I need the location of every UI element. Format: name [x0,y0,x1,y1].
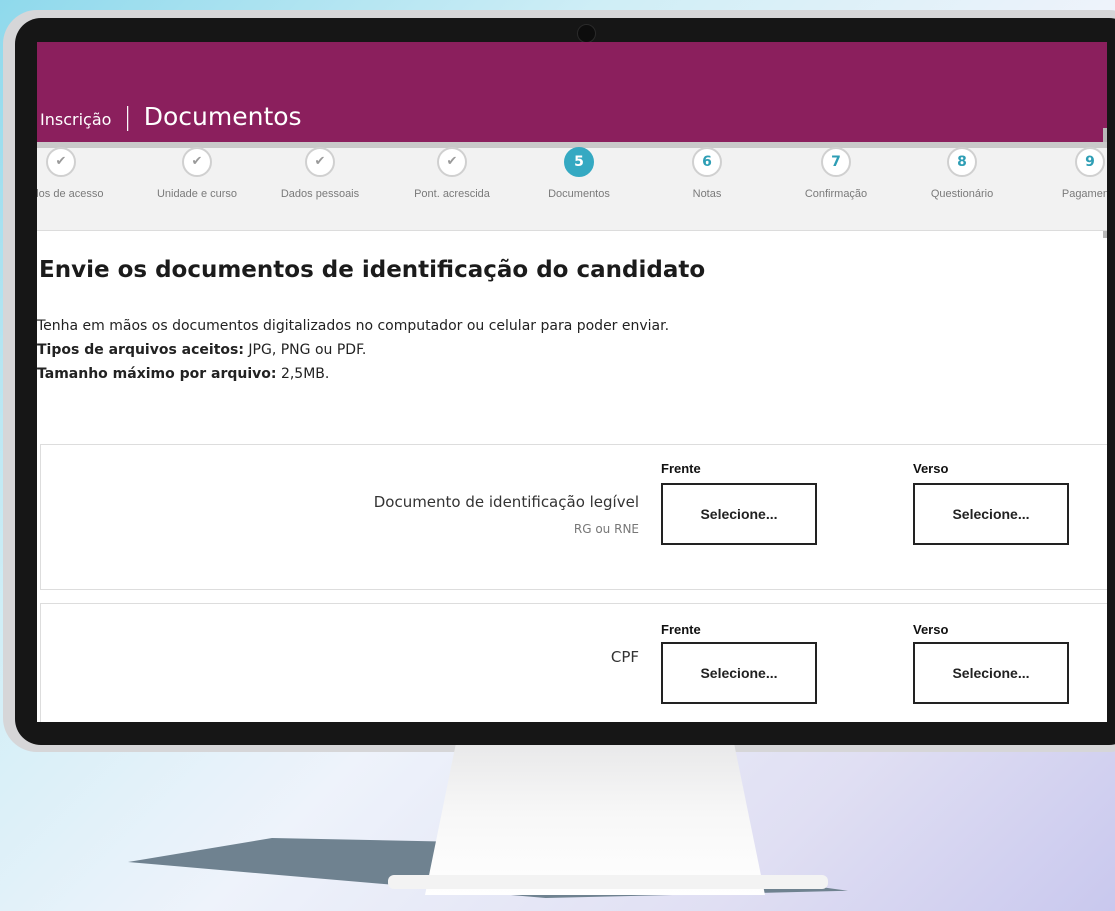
instructions: Tenha em mãos os documentos digitalizado… [37,314,669,386]
step-5[interactable]: 5 Documentos [524,147,634,200]
document-card-cpf: CPF Frente Verso Selecione... Selecione.… [40,603,1107,722]
step-label: Pagamento [1061,188,1107,200]
webcam-icon [577,24,596,43]
page-title-text: Documentos [143,102,302,131]
progress-stepper: ✔ Dados de acesso ✔ Unidade e curso ✔ Da… [37,142,1107,231]
step-number: 6 [692,147,722,177]
step-number: 9 [1075,147,1105,177]
select-back-button[interactable]: Selecione... [913,642,1069,704]
max-size-label: Tamanho máximo por arquivo: [37,366,277,382]
select-back-button[interactable]: Selecione... [913,483,1069,545]
step-number: 5 [564,147,594,177]
page-title: Inscrição | Documentos [40,102,302,131]
section-heading: Envie os documentos de identificação do … [39,257,706,283]
step-2[interactable]: ✔ Unidade e curso [142,147,252,200]
step-4[interactable]: ✔ Pont. acrescida [397,147,507,200]
back-label: Verso [913,461,949,476]
step-number: 7 [821,147,851,177]
step-label: Dados pessoais [280,188,360,200]
document-subtitle: RG ou RNE [573,522,639,536]
step-label: Pont. acrescida [414,188,490,200]
check-icon: ✔ [182,147,212,177]
step-9[interactable]: 9 Pagamento [1035,147,1107,200]
monitor-stand [425,745,765,895]
document-card-id: Documento de identificação legível RG ou… [40,444,1107,590]
check-icon: ✔ [305,147,335,177]
breadcrumb-separator: | [123,102,132,131]
max-size-value: 2,5MB. [276,366,330,382]
select-front-button[interactable]: Selecione... [661,642,817,704]
document-name: Documento de identificação legível [373,493,639,511]
check-icon: ✔ [437,147,467,177]
front-label: Frente [661,622,701,637]
step-label: Unidade e curso [156,188,238,200]
monitor-stand-foot [388,875,828,889]
file-types-line: Tipos de arquivos aceitos: JPG, PNG ou P… [37,338,669,362]
file-types-value: JPG, PNG ou PDF. [243,342,367,358]
instructions-line: Tenha em mãos os documentos digitalizado… [37,318,670,334]
step-6[interactable]: 6 Notas [652,147,762,200]
check-icon: ✔ [46,147,76,177]
step-label: Documentos [548,188,610,200]
step-label: Dados de acesso [37,188,104,200]
front-label: Frente [661,461,701,476]
step-label: Notas [692,188,722,200]
select-front-button[interactable]: Selecione... [661,483,817,545]
back-label: Verso [913,622,949,637]
document-name: CPF [610,648,639,666]
breadcrumb[interactable]: Inscrição [40,110,111,129]
step-label: Questionário [930,188,994,200]
step-8[interactable]: 8 Questionário [907,147,1017,200]
step-3[interactable]: ✔ Dados pessoais [265,147,375,200]
step-number: 8 [947,147,977,177]
step-label: Confirmação [804,188,868,200]
page-header: Inscrição | Documentos [37,42,1107,142]
step-7[interactable]: 7 Confirmação [781,147,891,200]
max-size-line: Tamanho máximo por arquivo: 2,5MB. [37,362,669,386]
screen: Inscrição | Documentos ✔ Dados de acesso… [37,42,1107,722]
step-1[interactable]: ✔ Dados de acesso [37,147,116,200]
file-types-label: Tipos de arquivos aceitos: [37,342,244,358]
